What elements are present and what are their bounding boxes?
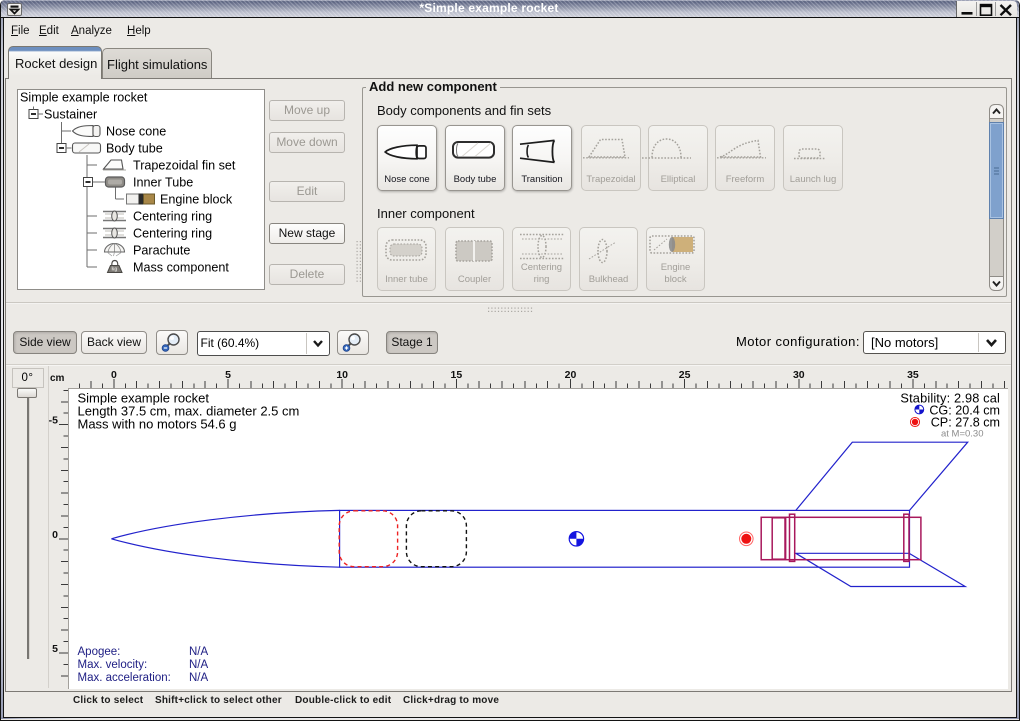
svg-text:Centering ring: Centering ring (133, 227, 212, 241)
svg-text:Centering ring: Centering ring (133, 210, 212, 224)
svg-text:Inner Tube: Inner Tube (133, 176, 193, 190)
svg-text:Nose cone: Nose cone (106, 125, 166, 139)
svg-text:Mass component: Mass component (133, 261, 229, 275)
svg-text:Trapezoidal fin set: Trapezoidal fin set (133, 159, 236, 173)
svg-text:Simple example rocket: Simple example rocket (20, 91, 148, 105)
svg-text:Engine block: Engine block (160, 193, 233, 207)
svg-text:Body tube: Body tube (106, 142, 163, 156)
svg-text:Parachute: Parachute (133, 244, 190, 258)
svg-text:Sustainer: Sustainer (44, 108, 97, 122)
svg-text:kg: kg (112, 267, 118, 273)
